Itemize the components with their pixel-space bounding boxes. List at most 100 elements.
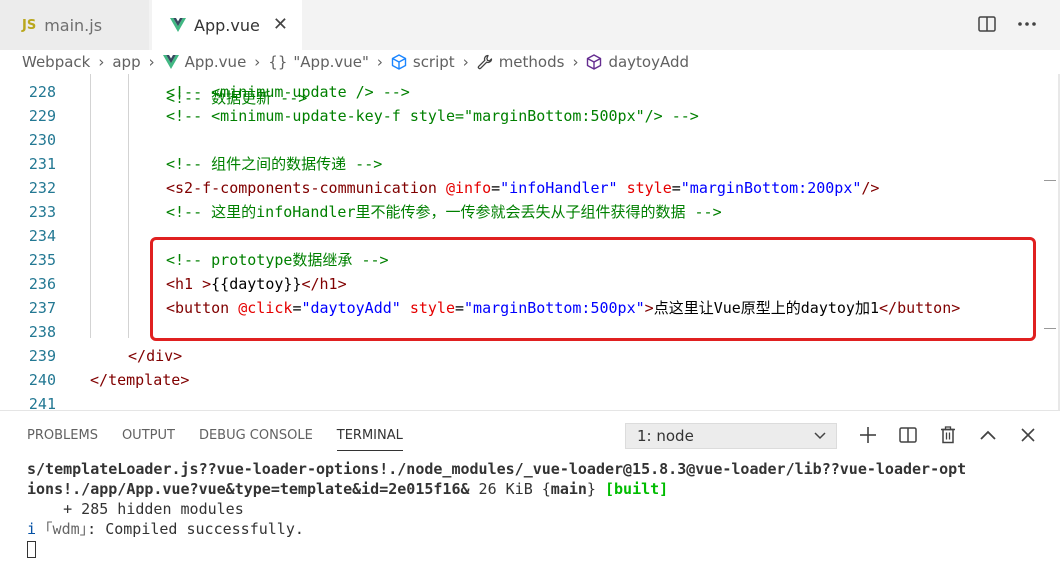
terminal-line: s/templateLoader.js??vue-loader-options!… [27,459,1047,479]
code-text: <s2-f-components-communication @info="in… [166,176,879,200]
terminal-select[interactable]: 1: node [625,423,837,449]
terminal-output[interactable]: s/templateLoader.js??vue-loader-options!… [27,459,1047,559]
chevron-right-icon: › [98,53,105,71]
chevron-right-icon: › [254,53,261,71]
chevron-right-icon: › [148,53,155,71]
tab-main-js[interactable]: JS main.js [0,0,150,50]
code-token: <!-- 组件之间的数据传递 --> [166,155,383,173]
code-line: 230 [0,128,1040,152]
code-line: 233 <!-- 这里的infoHandler里不能传参，一传参就会丢失从子组件获… [0,200,1040,224]
line-number: 230 [28,131,56,149]
terminal-line: ions!./app/App.vue?vue&type=template&id=… [27,479,1047,499]
code-token: "infoHandler" [500,179,618,197]
code-token: s2-f-components-communication [175,179,437,197]
tab-problems[interactable]: PROBLEMS [27,411,98,461]
terminal-segment: } [586,480,596,498]
chevron-right-icon: › [572,53,579,71]
code-token: > [180,371,190,389]
terminal-segment: : Compiled successfully. [87,520,304,538]
line-number: 232 [28,179,56,197]
chevron-down-icon [814,424,826,456]
terminal-segment: s/templateLoader.js??vue-loader-options!… [27,460,967,478]
terminal-segment: 26 KiB [469,480,542,498]
code-line: 239 </div> [0,344,1040,368]
code-token: </ [90,371,109,389]
chevron-right-icon: › [462,53,469,71]
terminal-cursor [27,541,36,558]
highlight-annotation-box [150,237,1036,341]
terminal-segment: main [550,480,587,498]
line-number: 240 [28,371,56,389]
code-token: style [626,179,672,197]
vue-file-icon [162,55,179,69]
bottom-panel: PROBLEMS OUTPUT DEBUG CONSOLE TERMINAL 1… [0,410,1060,562]
code-token: template [108,371,181,389]
breadcrumb-item-module[interactable]: {} "App.vue" [268,53,369,71]
overview-ruler-mark [1044,180,1056,181]
terminal-segment: + 285 hidden modules [27,500,244,518]
code-token: <!-- <minimum-update-key-f style="margin… [166,107,699,125]
new-terminal-icon[interactable] [858,424,878,446]
line-number: 238 [28,323,56,341]
more-actions-icon[interactable] [1016,12,1038,36]
line-number: 237 [28,299,56,317]
code-token: > [173,347,183,365]
code-text: <!-- 组件之间的数据传递 --> [166,152,382,176]
close-icon[interactable]: ✕ [273,15,288,35]
code-line: 241 [0,392,1040,410]
wrench-icon [477,54,493,70]
line-number: 229 [28,107,56,125]
code-line: 240 </template> [0,368,1040,392]
code-token: /> [861,179,880,197]
object-braces-icon: {} [268,53,288,71]
tab-output[interactable]: OUTPUT [122,411,175,461]
code-line: 228 <!-- <minimum-update /> --> [0,80,1040,104]
split-terminal-icon[interactable] [898,424,918,446]
terminal-line: + 285 hidden modules [27,499,1047,519]
breadcrumb-item-script[interactable]: script [391,53,455,71]
method-cube-icon [586,54,602,70]
breadcrumb-item-app-vue[interactable]: App.vue [162,53,246,71]
line-number: 235 [28,251,56,269]
tab-debug-console[interactable]: DEBUG CONSOLE [199,411,313,461]
split-editor-icon[interactable] [976,12,998,36]
line-number: 241 [28,395,56,410]
chevron-right-icon: › [376,53,383,71]
code-token: div [146,347,174,365]
line-number: 228 [28,83,56,101]
code-token: "marginBottom:200px" [680,179,862,197]
vue-file-icon [170,18,186,32]
cube-icon [391,54,407,70]
indent-guide [90,74,91,338]
code-text: </div> [128,344,182,368]
terminal-segment: i [27,520,37,538]
javascript-file-icon: JS [22,17,37,33]
line-number: 239 [28,347,56,365]
breadcrumb-item-webpack[interactable]: Webpack [22,53,90,71]
code-text: </template> [90,368,189,392]
editor-tab-bar: JS main.js App.vue ✕ [0,0,1060,50]
overview-ruler-mark [1044,328,1056,329]
breadcrumb-item-app[interactable]: app [112,53,140,71]
panel-tab-bar: PROBLEMS OUTPUT DEBUG CONSOLE TERMINAL [0,411,404,461]
line-number: 236 [28,275,56,293]
trash-icon[interactable] [938,424,958,446]
terminal-segment: ions!./app/App.vue?vue&type=template&id=… [27,480,470,498]
breadcrumb-item-daytoyadd[interactable]: daytoyAdd [586,53,689,71]
line-number: 231 [28,155,56,173]
code-token: @info [445,179,492,197]
terminal-segment: { [541,480,551,498]
code-text: <!-- 这里的infoHandler里不能传参，一传参就会丢失从子组件获得的数… [166,200,722,224]
chevron-up-icon[interactable] [978,424,998,446]
code-editor[interactable]: <!-- 数据更新 --> 228 <!-- <minimum-update />… [0,74,1060,410]
code-line: 231 <!-- 组件之间的数据传递 --> [0,152,1040,176]
breadcrumb-item-methods[interactable]: methods [477,53,564,71]
code-token: < [166,179,176,197]
tab-app-vue[interactable]: App.vue ✕ [152,0,302,50]
code-line: 232 <s2-f-components-communication @info=… [0,176,1040,200]
close-panel-icon[interactable] [1018,424,1038,446]
code-token: </ [128,347,147,365]
tab-terminal[interactable]: TERMINAL [336,411,404,461]
